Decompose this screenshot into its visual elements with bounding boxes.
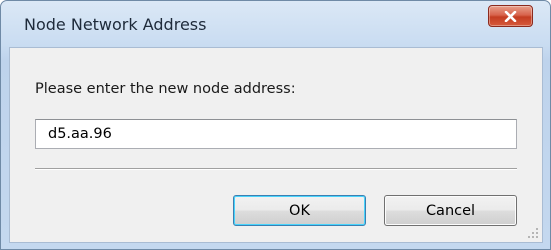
dialog-body: Please enter the new node address: OK Ca… (9, 47, 543, 243)
resize-grip-icon[interactable] (527, 227, 539, 239)
ok-button[interactable]: OK (233, 195, 366, 226)
cancel-button[interactable]: Cancel (384, 195, 517, 226)
button-separator (35, 168, 517, 170)
close-button[interactable] (488, 5, 533, 27)
window-title: Node Network Address (24, 15, 207, 34)
node-address-input[interactable] (35, 119, 517, 149)
close-icon (504, 11, 517, 22)
address-prompt-label: Please enter the new node address: (35, 81, 296, 97)
title-bar[interactable]: Node Network Address (1, 1, 550, 47)
dialog-window: Node Network Address Please enter the ne… (0, 0, 551, 250)
